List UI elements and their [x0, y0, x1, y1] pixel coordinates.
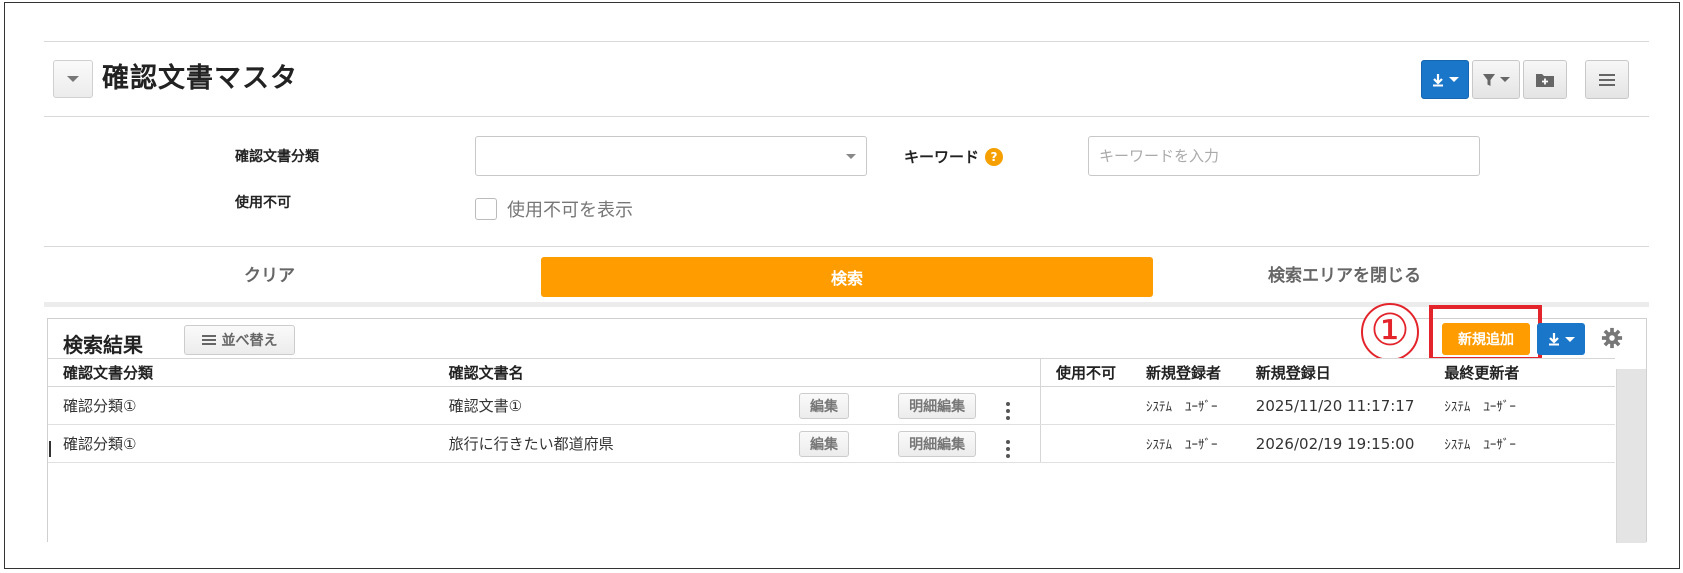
- column-header-updater[interactable]: 最終更新者: [1429, 358, 1615, 387]
- disabled-label: 使用不可: [235, 195, 291, 211]
- cell-category: 確認分類①: [48, 386, 434, 425]
- vertical-scrollbar[interactable]: [1616, 369, 1646, 543]
- search-button[interactable]: 検索: [541, 257, 1153, 297]
- sort-button[interactable]: 並べ替え: [184, 325, 295, 355]
- table-row[interactable]: 確認分類① 確認文書① 編集 明細編集 ｼｽﾃﾑ ﾕｰｻﾞｰ 2025/11/2…: [48, 386, 1615, 425]
- results-panel: 検索結果 並べ替え 新規追加 ① 確認文書分類 確認文書名 使用不可 新規登録者…: [47, 303, 1647, 543]
- cell-created-date: 2025/11/20 11:17:17: [1240, 386, 1430, 425]
- column-header-disabled[interactable]: 使用不可: [1040, 358, 1132, 387]
- download-icon: [1433, 73, 1443, 86]
- keyword-label: キーワード: [904, 148, 980, 166]
- results-table: 確認文書分類 確認文書名 使用不可 新規登録者 新規登録日 最終更新者 確認分類…: [48, 358, 1615, 463]
- edit-button[interactable]: 編集: [798, 392, 849, 419]
- cell-disabled: [1040, 424, 1132, 463]
- show-disabled-label: 使用不可を表示: [507, 200, 633, 221]
- table-row[interactable]: 確認分類① 旅行に行きたい都道府県 編集 明細編集 ｼｽﾃﾑ ﾕｰｻﾞｰ 202…: [48, 424, 1615, 463]
- keyword-label-group: キーワード ?: [904, 146, 1004, 167]
- chevron-down-icon: [1565, 336, 1575, 342]
- close-search-area-button[interactable]: 検索エリアを閉じる: [1268, 261, 1421, 286]
- cell-created-date: 2026/02/19 19:15:00: [1240, 424, 1430, 463]
- results-download-button[interactable]: [1537, 323, 1585, 355]
- folder-add-icon: [1536, 73, 1554, 87]
- kebab-menu-icon[interactable]: [1006, 401, 1011, 420]
- page-title: 確認文書マスタ: [102, 63, 298, 94]
- window-frame: 確認文書マスタ 確認文書分類 キーワード ? 使用不可: [4, 2, 1680, 569]
- triangle-down-icon: [67, 76, 79, 82]
- column-header-category[interactable]: 確認文書分類: [48, 358, 434, 387]
- gear-icon[interactable]: [1601, 327, 1623, 349]
- category-label: 確認文書分類: [235, 149, 319, 165]
- search-area: 確認文書分類 キーワード ? 使用不可 使用不可を表示: [44, 117, 1649, 247]
- cell-category: 確認分類①: [48, 424, 434, 463]
- question-icon[interactable]: ?: [985, 147, 1004, 166]
- chevron-down-icon: [846, 154, 856, 159]
- chevron-down-icon: [1500, 77, 1510, 82]
- detail-edit-button[interactable]: 明細編集: [898, 430, 977, 457]
- column-header-creator[interactable]: 新規登録者: [1131, 358, 1241, 387]
- menu-button[interactable]: [1585, 60, 1629, 99]
- annotation-highlight-box: [1429, 305, 1542, 361]
- text-cursor: [49, 441, 51, 457]
- cell-name: 確認文書①: [433, 386, 784, 425]
- results-title: 検索結果: [63, 333, 143, 357]
- cell-name: 旅行に行きたい都道府県: [433, 424, 784, 463]
- detail-edit-button[interactable]: 明細編集: [898, 392, 977, 419]
- show-disabled-checkbox[interactable]: [475, 198, 497, 220]
- sort-label: 並べ替え: [221, 333, 278, 349]
- chevron-down-icon: [1449, 77, 1459, 82]
- column-header-created-date[interactable]: 新規登録日: [1240, 358, 1430, 387]
- show-disabled-option[interactable]: 使用不可を表示: [475, 196, 633, 222]
- sort-icon: [201, 335, 216, 345]
- download-icon: [1549, 333, 1559, 346]
- cell-disabled: [1040, 386, 1132, 425]
- search-action-bar: クリア 検索 検索エリアを閉じる: [44, 247, 1649, 307]
- page-header: 確認文書マスタ: [44, 41, 1649, 117]
- cell-updater: ｼｽﾃﾑ ﾕｰｻﾞｰ: [1429, 424, 1615, 463]
- column-header-name[interactable]: 確認文書名: [433, 358, 784, 387]
- annotation-number: ①: [1361, 303, 1419, 361]
- edit-button[interactable]: 編集: [798, 430, 849, 457]
- collapse-toggle-button[interactable]: [53, 60, 93, 98]
- hamburger-menu-icon: [1599, 73, 1615, 86]
- filter-dropdown-button[interactable]: [1472, 60, 1520, 99]
- cell-creator: ｼｽﾃﾑ ﾕｰｻﾞｰ: [1131, 424, 1241, 463]
- table-header-row: 確認文書分類 確認文書名 使用不可 新規登録者 新規登録日 最終更新者: [48, 358, 1615, 387]
- cell-creator: ｼｽﾃﾑ ﾕｰｻﾞｰ: [1131, 386, 1241, 425]
- filter-icon: [1483, 73, 1495, 86]
- cell-updater: ｼｽﾃﾑ ﾕｰｻﾞｰ: [1429, 386, 1615, 425]
- keyword-input[interactable]: [1088, 136, 1480, 176]
- folder-add-button[interactable]: [1523, 60, 1567, 99]
- kebab-menu-icon[interactable]: [1006, 439, 1011, 458]
- download-dropdown-button[interactable]: [1421, 60, 1469, 99]
- clear-button[interactable]: クリア: [244, 261, 295, 286]
- category-select[interactable]: [475, 136, 867, 176]
